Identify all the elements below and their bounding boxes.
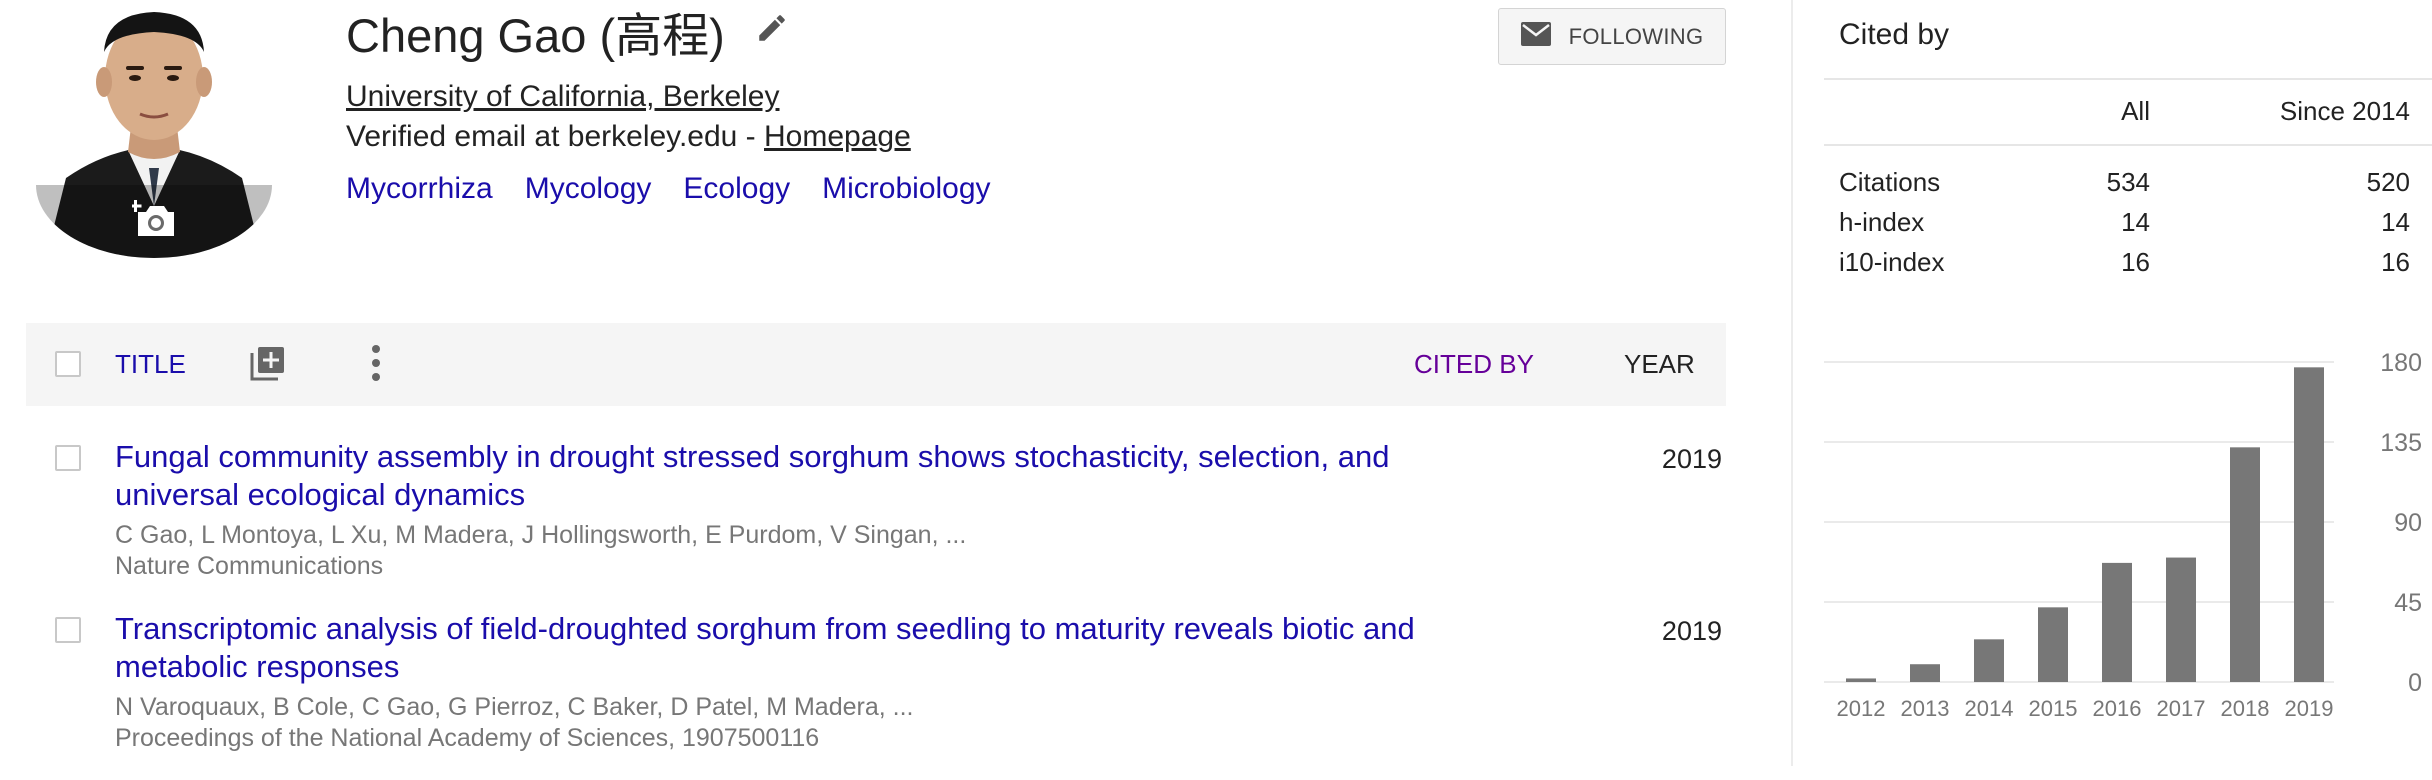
stats-h-index-since: 14: [2381, 207, 2410, 237]
chart-bar-2014[interactable]: [1974, 639, 2004, 682]
publications-table-header: TITLE CITED BY YEAR: [26, 323, 1726, 406]
x-tick-label: 2014: [1965, 696, 2014, 721]
add-photo-icon[interactable]: [132, 196, 180, 244]
publication-authors: N Varoquaux, B Cole, C Gao, G Pierroz, C…: [115, 693, 914, 721]
more-vert-icon[interactable]: [368, 343, 384, 388]
chart-bar-2012[interactable]: [1846, 678, 1876, 682]
y-tick-label: 180: [2380, 349, 2422, 377]
interest-link[interactable]: Mycology: [525, 172, 652, 206]
stats-i10-index-all: 16: [2121, 247, 2150, 277]
sort-by-year[interactable]: YEAR: [1624, 349, 1695, 380]
divider: [1824, 78, 2432, 80]
stats-col-all: All: [2121, 96, 2150, 126]
stats-label-citations: Citations: [1839, 167, 1941, 197]
publication-authors: C Gao, L Montoya, L Xu, M Madera, J Holl…: [115, 521, 967, 549]
stats-label-i10-index: i10-index: [1839, 247, 1945, 277]
pencil-icon[interactable]: [755, 11, 789, 45]
x-tick-label: 2018: [2221, 696, 2270, 721]
x-tick-label: 2019: [2285, 696, 2334, 721]
select-all-checkbox[interactable]: [55, 351, 81, 377]
citations-per-year-chart: 0 45 90 135 180 2012 2013 2014 2015 2016 2017 2018 2…: [1824, 349, 2422, 721]
divider: [1824, 144, 2432, 146]
y-tick-label: 45: [2394, 589, 2422, 617]
stats-citations-since: 520: [2366, 167, 2410, 197]
table-row: Fungal community assembly in drought str…: [26, 438, 1726, 608]
sort-by-title[interactable]: TITLE: [115, 349, 186, 380]
row-checkbox[interactable]: [55, 445, 81, 471]
stats-i10-index-since: 16: [2381, 247, 2410, 277]
chart-bar-2017[interactable]: [2166, 557, 2196, 682]
research-interests: Mycorrhiza Mycology Ecology Microbiology: [346, 172, 991, 206]
y-tick-label: 135: [2380, 429, 2422, 457]
add-to-library-icon[interactable]: [248, 343, 288, 388]
profile-name-row: Cheng Gao (高程): [346, 0, 789, 62]
chart-bar-2019[interactable]: [2294, 367, 2324, 682]
stats-col-since: Since 2014: [2279, 96, 2410, 126]
x-tick-label: 2015: [2029, 696, 2078, 721]
homepage-link[interactable]: Homepage: [764, 120, 911, 153]
interest-link[interactable]: Microbiology: [822, 172, 990, 206]
sort-by-cited[interactable]: CITED BY: [1414, 349, 1534, 380]
following-label: FOLLOWING: [1568, 23, 1704, 49]
profile-avatar[interactable]: [36, 0, 272, 258]
stats-citations-all: 534: [2106, 167, 2150, 197]
envelope-icon: [1520, 22, 1551, 51]
x-tick-label: 2017: [2157, 696, 2206, 721]
following-button[interactable]: FOLLOWING: [1498, 8, 1726, 65]
cited-by-title: Cited by: [1839, 18, 1950, 51]
x-tick-label: 2013: [1901, 696, 1950, 721]
verified-email: Verified email at berkeley.edu - Homepag…: [346, 120, 911, 154]
chart-bar-2013[interactable]: [1910, 664, 1940, 682]
publication-year: 2019: [1661, 616, 1722, 646]
x-tick-label: 2016: [2093, 696, 2142, 721]
affiliation-link[interactable]: University of California, Berkeley: [346, 80, 780, 114]
y-tick-label: 0: [2408, 669, 2422, 697]
publication-venue: Proceedings of the National Academy of S…: [115, 724, 820, 752]
interest-link[interactable]: Ecology: [683, 172, 790, 206]
row-checkbox[interactable]: [55, 617, 81, 643]
publication-year: 2019: [1661, 444, 1722, 474]
email-text: Verified email at berkeley.edu -: [346, 120, 764, 153]
publication-title-link[interactable]: Fungal community assembly in drought str…: [115, 438, 1415, 514]
stats-h-index-all: 14: [2121, 207, 2150, 237]
chart-bar-2018[interactable]: [2230, 447, 2260, 682]
y-tick-label: 90: [2394, 509, 2422, 537]
stats-label-h-index: h-index: [1839, 207, 1925, 237]
profile-name: Cheng Gao (高程): [346, 8, 725, 62]
chart-bar-2016[interactable]: [2102, 562, 2132, 682]
publication-title-link[interactable]: Transcriptomic analysis of field-drought…: [115, 610, 1415, 686]
chart-bar-2015[interactable]: [2038, 607, 2068, 682]
x-tick-label: 2012: [1837, 696, 1886, 721]
publication-venue: Nature Communications: [115, 552, 384, 580]
column-divider: [1791, 0, 1793, 766]
interest-link[interactable]: Mycorrhiza: [346, 172, 493, 206]
table-row: Transcriptomic analysis of field-drought…: [26, 610, 1726, 780]
